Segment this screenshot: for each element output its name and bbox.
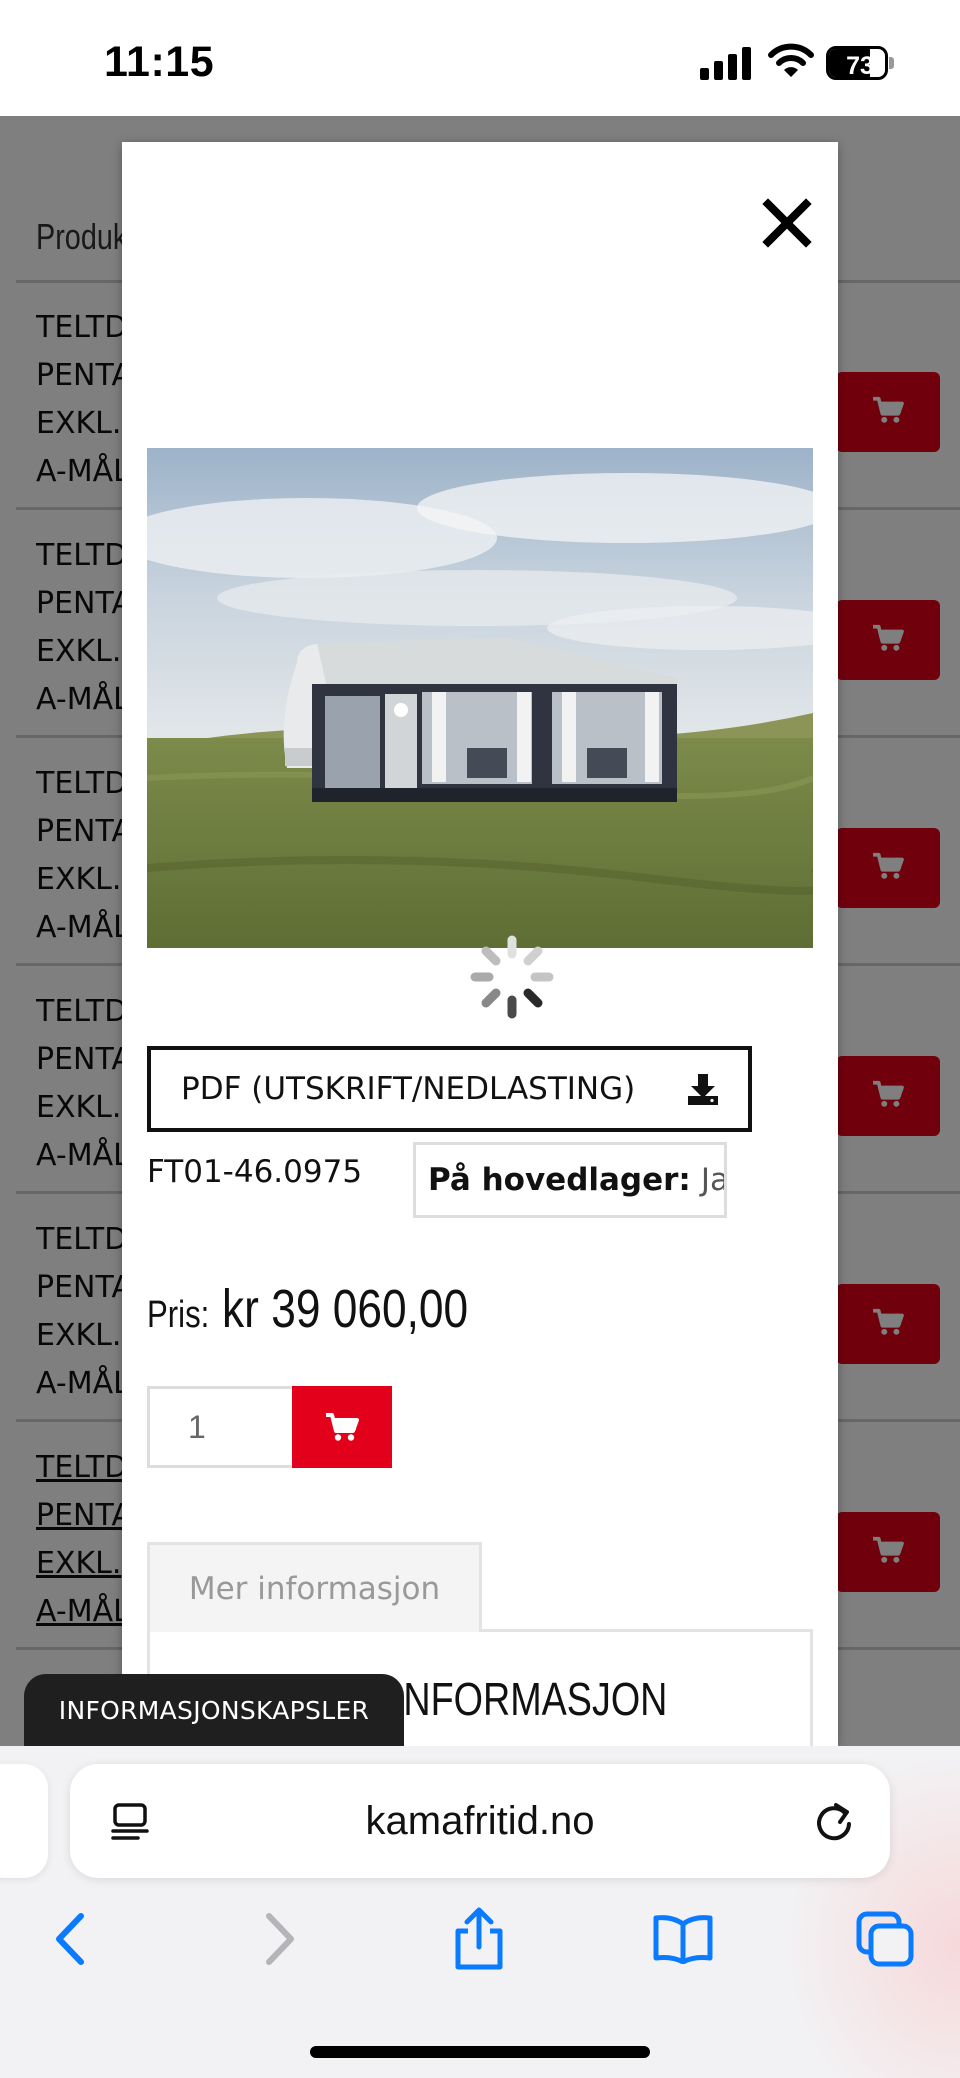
status-time: 11:15 — [104, 38, 215, 86]
share-button[interactable] — [444, 1904, 514, 1974]
pdf-download-button[interactable]: PDF (UTSKRIFT/NEDLASTING) — [147, 1046, 752, 1132]
home-indicator — [310, 2046, 650, 2058]
cookie-consent-button[interactable]: INFORMASJONSKAPSLER — [24, 1674, 404, 1746]
product-image[interactable] — [147, 448, 813, 948]
tab-more-information[interactable]: Mer informasjon — [147, 1542, 482, 1632]
info-tabs: Mer informasjon — [147, 1542, 813, 1632]
close-icon[interactable] — [752, 188, 822, 258]
share-icon — [455, 1907, 503, 1970]
tabs-icon — [856, 1911, 914, 1967]
status-bar: 11:15 73 — [0, 0, 960, 116]
previous-tab-preview[interactable] — [0, 1764, 48, 1878]
cookie-label: INFORMASJONSKAPSLER — [58, 1695, 370, 1725]
safari-toolbar — [0, 1896, 960, 1986]
back-icon — [56, 1913, 84, 1965]
pdf-button-label: PDF (UTSKRIFT/NEDLASTING) — [181, 1071, 636, 1107]
address-bar[interactable]: kamafritid.no — [70, 1764, 890, 1878]
add-to-cart-button[interactable] — [292, 1386, 392, 1468]
cellular-signal-icon — [700, 46, 752, 80]
product-sku: FT01-46.0975 — [147, 1154, 363, 1190]
price-value: kr 39 060,00 — [222, 1279, 469, 1339]
shopping-cart-icon — [326, 1413, 359, 1441]
loading-spinner-icon — [470, 935, 554, 1019]
battery-percentage: 73 — [846, 52, 874, 80]
price-row: Pris: kr 39 060,00 — [147, 1278, 522, 1340]
browser-chrome: kamafritid.no — [0, 1746, 960, 2078]
quantity-input[interactable] — [147, 1386, 295, 1468]
stock-value: Ja — [700, 1162, 727, 1198]
wifi-icon — [768, 43, 814, 77]
forward-icon — [266, 1913, 294, 1965]
download-icon — [688, 1074, 718, 1105]
tabs-button[interactable] — [850, 1904, 920, 1974]
stock-label: På hovedlager: — [428, 1162, 691, 1198]
url-text: kamafritid.no — [365, 1799, 595, 1843]
bookmarks-icon — [653, 1915, 713, 1964]
stock-status: På hovedlager: Ja — [413, 1142, 727, 1218]
tab-label: Mer informasjon — [188, 1570, 441, 1607]
forward-button[interactable] — [244, 1904, 314, 1974]
battery-icon: 73 — [826, 46, 894, 80]
reload-icon[interactable] — [812, 1800, 856, 1844]
bookmarks-button[interactable] — [648, 1904, 718, 1974]
back-button[interactable] — [36, 1904, 106, 1974]
price-label: Pris: — [147, 1294, 210, 1336]
product-quickview-modal: PDF (UTSKRIFT/NEDLASTING) FT01-46.0975 P… — [122, 142, 838, 1746]
